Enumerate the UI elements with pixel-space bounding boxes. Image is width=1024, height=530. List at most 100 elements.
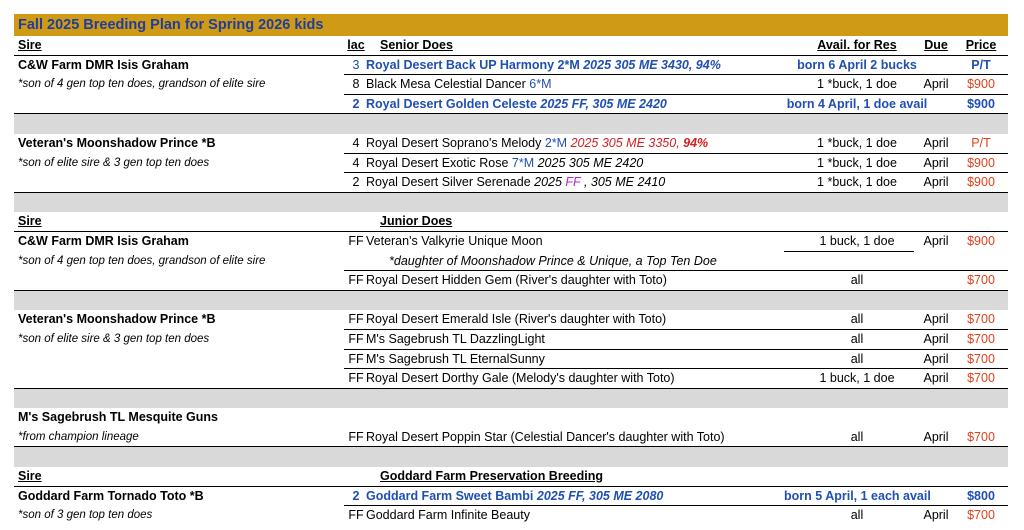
doe-name: Goddard Farm Infinite Beauty	[366, 508, 530, 523]
header-price: Price	[965, 38, 997, 52]
sire-name: Veteran's Moonshadow Prince *B	[18, 312, 216, 327]
doe-note: *daughter of Moonshadow Prince & Unique,…	[389, 253, 717, 268]
sire-name: M's Sagebrush TL Mesquite Guns	[18, 410, 218, 425]
lac-value: 8	[352, 77, 360, 92]
table-row: Veteran's Moonshadow Prince *B FF Royal …	[14, 310, 1008, 330]
avail-value: born 6 April 2 bucks	[797, 57, 917, 72]
avail-value: all	[850, 351, 864, 366]
doe-name: Royal Desert Silver Serenade 2025 FF , 3…	[366, 175, 666, 190]
sire-name: C&W Farm DMR Isis Graham	[18, 233, 189, 248]
separator-band	[14, 192, 1008, 213]
sire-note: *from champion lineage	[18, 430, 139, 443]
avail-value: all	[850, 331, 864, 346]
table-row: FF Royal Desert Dorthy Gale (Melody's da…	[14, 369, 1008, 389]
avail-value: all	[850, 508, 864, 523]
lac-value: FF	[348, 273, 364, 288]
separator-band	[14, 114, 1008, 134]
separator-band	[14, 447, 1008, 468]
due-value: April	[923, 508, 949, 523]
avail-value: born 4 April, 1 doe avail	[786, 96, 928, 111]
header-lac: lac	[347, 38, 365, 52]
lac-value: FF	[348, 371, 364, 386]
due-value: April	[923, 351, 949, 366]
price-value: $700	[967, 429, 995, 444]
avail-value: all	[850, 429, 864, 444]
lac-value: 3	[352, 57, 360, 72]
sire-name: C&W Farm DMR Isis Graham	[18, 57, 189, 72]
table-row: *son of elite sire & 3 gen top ten does …	[14, 330, 1008, 350]
header-row-senior: Sire lac Senior Does Avail. for Res Due …	[14, 36, 1008, 56]
breeding-plan-sheet: Fall 2025 Breeding Plan for Spring 2026 …	[14, 14, 1008, 526]
lac-value: 2	[352, 96, 360, 111]
doe-name: M's Sagebrush TL EternalSunny	[366, 351, 545, 366]
due-value: April	[923, 77, 949, 92]
due-value: April	[923, 135, 949, 150]
sire-name: Goddard Farm Tornado Toto *B	[18, 488, 204, 503]
avail-value: 1 *buck, 1 doe	[817, 77, 897, 92]
table-row: *son of 4 gen top ten does, grandson of …	[14, 252, 1008, 272]
price-value: $700	[967, 273, 995, 288]
lac-value: 4	[352, 155, 360, 170]
price-value: $700	[967, 351, 995, 366]
lac-value: FF	[348, 233, 364, 248]
lac-value: 2	[352, 488, 360, 503]
price-value: $900	[967, 77, 995, 92]
header-preservation: Goddard Farm Preservation Breeding	[380, 469, 603, 484]
avail-value: 1 buck, 1 doe	[819, 233, 895, 248]
avail-value: all	[850, 312, 864, 327]
due-value: April	[923, 312, 949, 327]
doe-name: Royal Desert Dorthy Gale (Melody's daugh…	[366, 371, 675, 386]
price-value: $700	[967, 508, 995, 523]
table-row: 2 Royal Desert Golden Celeste 2025 FF, 3…	[14, 95, 1008, 115]
price-value: $900	[967, 233, 995, 248]
doe-name: Goddard Farm Sweet Bambi 2025 FF, 305 ME…	[366, 488, 664, 503]
lac-value: FF	[348, 508, 364, 523]
table-row: *from champion lineage FF Royal Desert P…	[14, 428, 1008, 448]
sire-note: *son of 3 gen top ten does	[18, 509, 153, 522]
lac-value: FF	[348, 429, 364, 444]
header-sire: Sire	[18, 38, 42, 52]
sire-note: *son of elite sire & 3 gen top ten does	[18, 156, 210, 169]
doe-name: Royal Desert Soprano's Melody 2*M 2025 3…	[366, 135, 709, 150]
avail-value: born 5 April, 1 each avail	[784, 488, 931, 503]
price-value: P/T	[971, 135, 991, 150]
avail-value: 1 buck, 1 doe	[819, 371, 895, 386]
avail-value: 1 *buck, 1 doe	[817, 155, 897, 170]
header-row-preservation: Sire Goddard Farm Preservation Breeding	[14, 467, 1008, 487]
separator-band	[14, 290, 1008, 311]
doe-name: Royal Desert Back UP Harmony 2*M 2025 30…	[366, 57, 721, 72]
table-row: C&W Farm DMR Isis Graham 3 Royal Desert …	[14, 56, 1008, 76]
due-value: April	[923, 155, 949, 170]
header-due: Due	[924, 38, 948, 52]
lac-value: 4	[352, 135, 360, 150]
table-row: FF Royal Desert Hidden Gem (River's daug…	[14, 271, 1008, 291]
doe-name: Black Mesa Celestial Dancer 6*M	[366, 77, 552, 92]
due-value: April	[923, 233, 949, 248]
sheet-title: Fall 2025 Breeding Plan for Spring 2026 …	[14, 14, 1008, 36]
doe-name: Royal Desert Poppin Star (Celestial Danc…	[366, 429, 725, 444]
price-value: $700	[967, 371, 995, 386]
due-value: April	[923, 175, 949, 190]
due-value: April	[923, 331, 949, 346]
lac-value: FF	[348, 312, 364, 327]
table-row: Veteran's Moonshadow Prince *B 4 Royal D…	[14, 134, 1008, 154]
lac-value: FF	[348, 331, 364, 346]
doe-name: Royal Desert Hidden Gem (River's daughte…	[366, 273, 667, 288]
price-value: $900	[967, 155, 995, 170]
table-row: FF M's Sagebrush TL EternalSunny all Apr…	[14, 350, 1008, 370]
sire-name: Veteran's Moonshadow Prince *B	[18, 135, 216, 150]
price-value: $900	[967, 175, 995, 190]
sire-note: *son of 4 gen top ten does, grandson of …	[18, 78, 266, 91]
header-row-junior: Sire Junior Does	[14, 212, 1008, 232]
price-value: $700	[967, 312, 995, 327]
price-value: $800	[967, 488, 995, 503]
sire-note: *son of 4 gen top ten does, grandson of …	[18, 254, 266, 267]
avail-value: 1 *buck, 1 doe	[817, 135, 897, 150]
lac-value: 2	[352, 175, 360, 190]
header-sire: Sire	[18, 469, 42, 484]
due-value: April	[923, 371, 949, 386]
header-junior-does: Junior Does	[380, 214, 453, 229]
separator-band	[14, 388, 1008, 409]
price-value: $700	[967, 331, 995, 346]
header-sire: Sire	[18, 214, 42, 229]
